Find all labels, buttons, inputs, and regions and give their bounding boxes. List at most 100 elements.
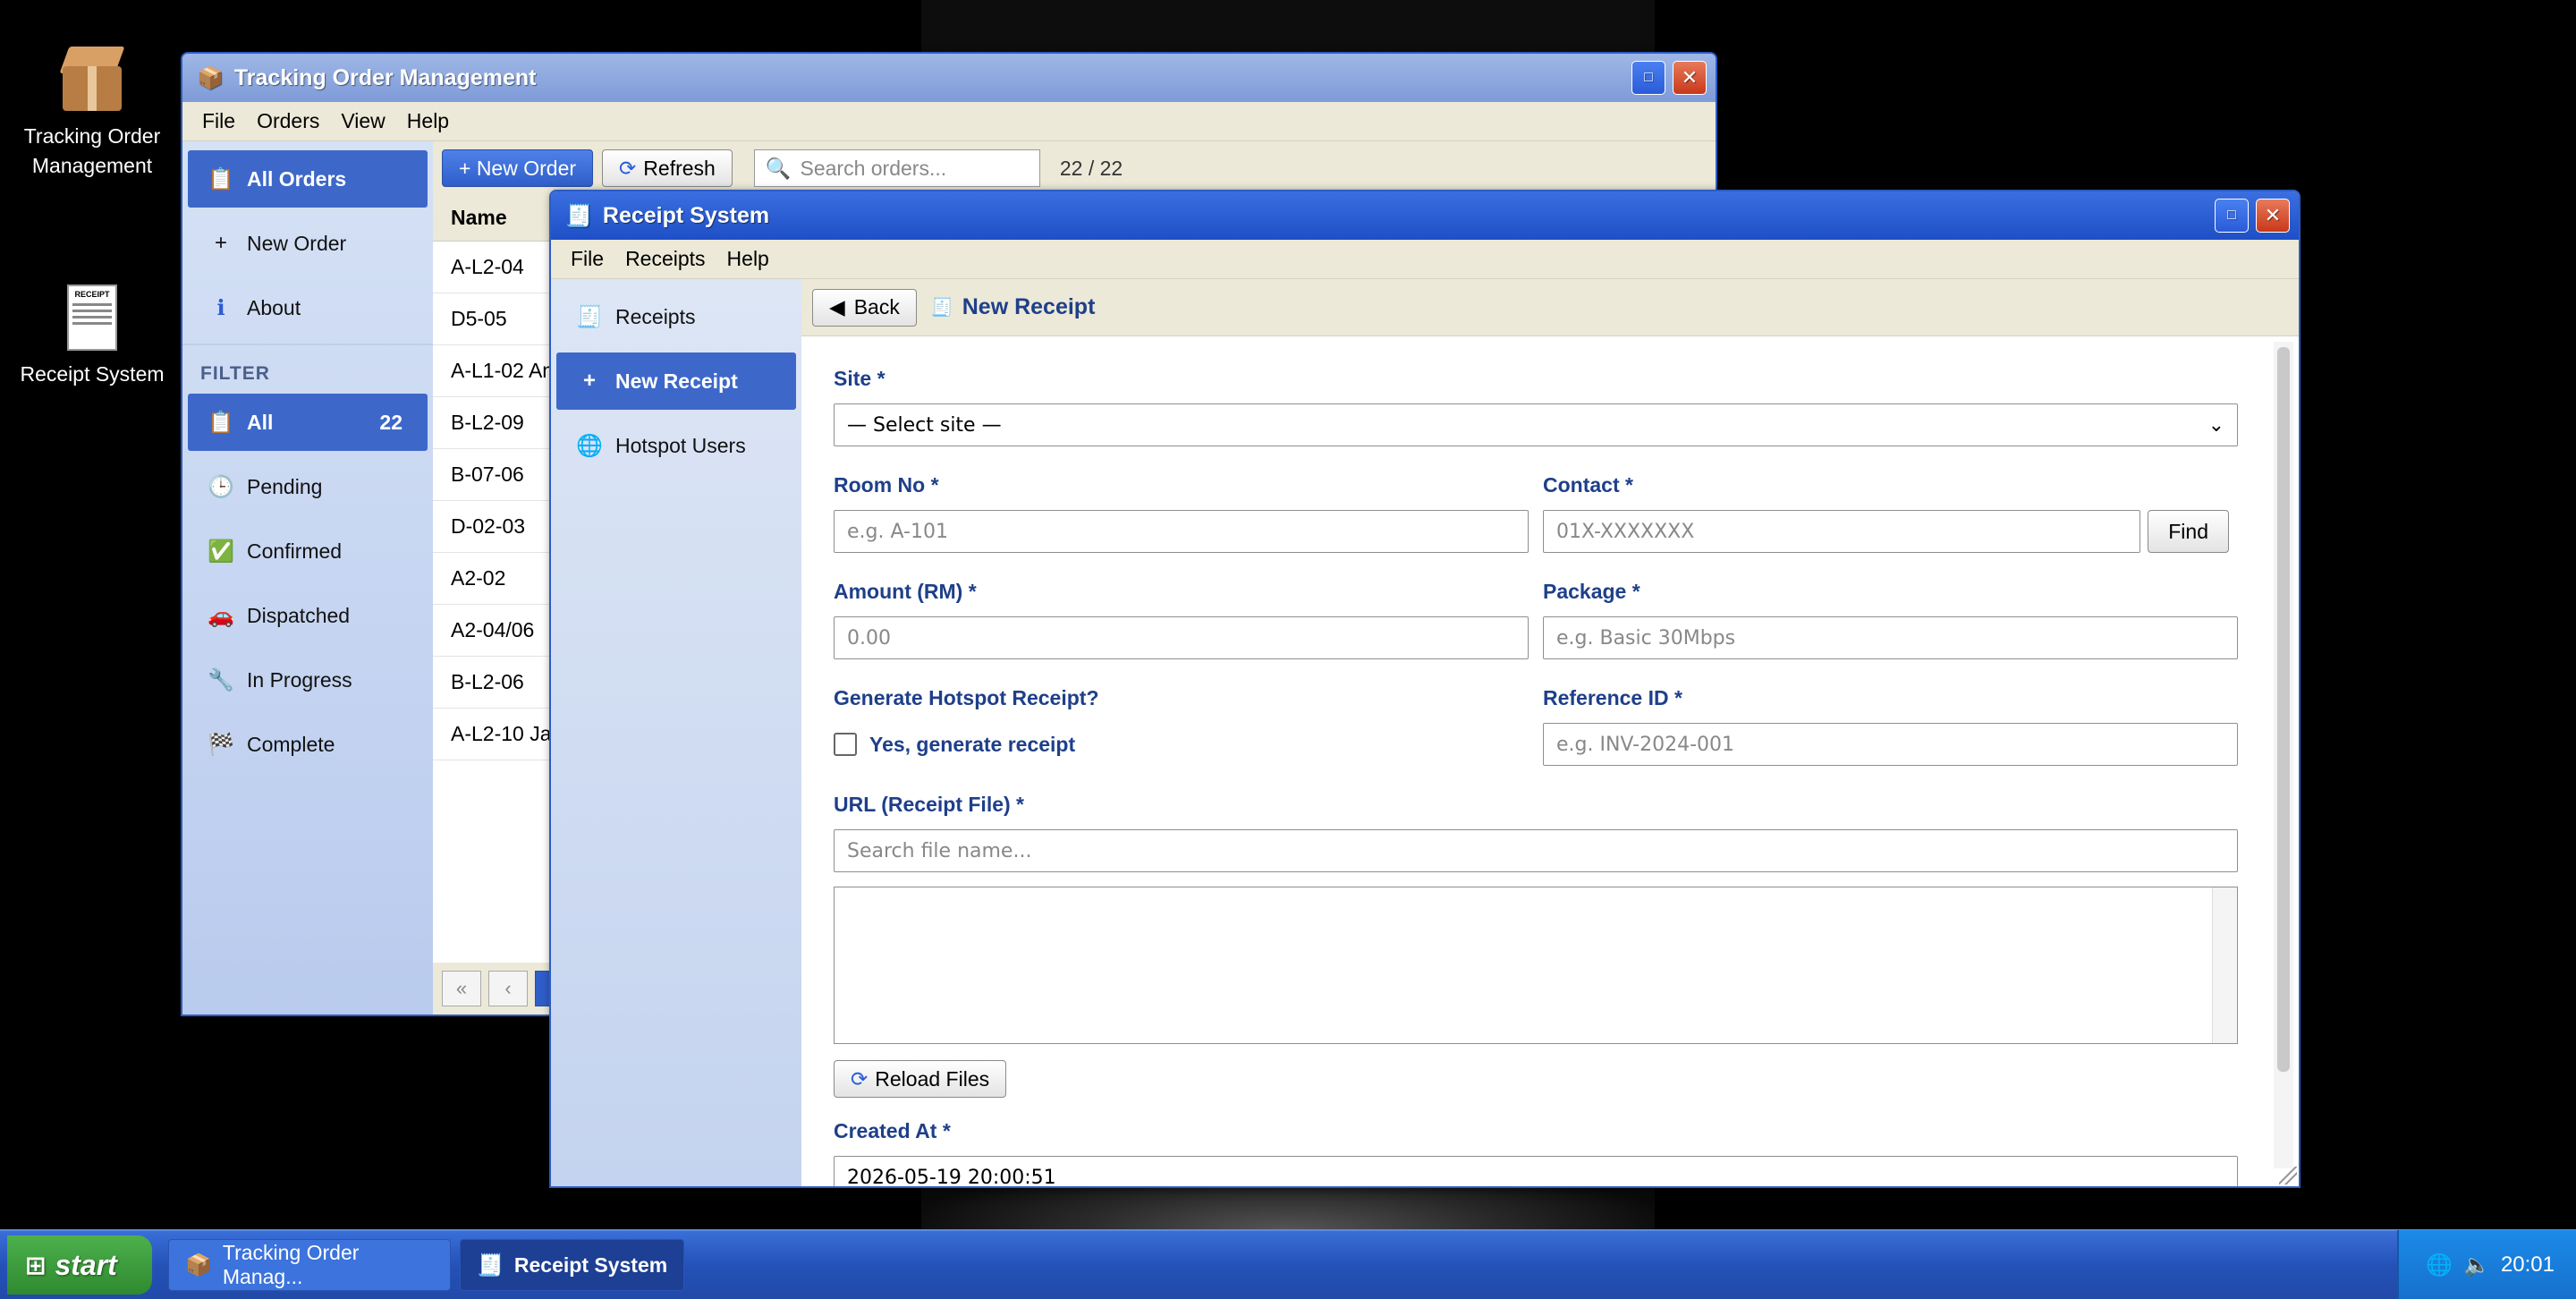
taskbar-item-tracking[interactable]: 📦 Tracking Order Manag... xyxy=(168,1239,451,1291)
taskbar-item-label: Tracking Order Manag... xyxy=(222,1241,360,1288)
receipt-titlebar[interactable]: 🧾 Receipt System □ ✕ xyxy=(551,191,2299,240)
hotspot-checkbox-label[interactable]: Yes, generate receipt xyxy=(869,733,1075,757)
filter-all[interactable]: 📋 All 22 xyxy=(188,394,428,451)
chevron-down-icon: ⌄ xyxy=(2207,413,2224,437)
refresh-button[interactable]: ⟳ Refresh xyxy=(602,149,733,187)
filter-dispatched[interactable]: 🚗 Dispatched xyxy=(188,587,428,644)
close-button[interactable]: ✕ xyxy=(2256,199,2290,233)
created-input[interactable]: 2026-05-19 20:00:51 xyxy=(834,1156,2238,1186)
check-icon: ✅ xyxy=(208,539,234,564)
info-icon: ℹ xyxy=(216,295,225,320)
desktop-icon-receipt[interactable]: RECEIPT Receipt System xyxy=(16,284,168,389)
file-list[interactable] xyxy=(834,887,2238,1044)
menu-file[interactable]: File xyxy=(560,247,614,271)
sidebar-item-new-receipt[interactable]: + New Receipt xyxy=(556,352,796,410)
package-icon: 📦 xyxy=(185,1252,212,1278)
wallpaper xyxy=(921,0,1655,54)
created-group: Created At * 2026-05-19 20:00:51 xyxy=(834,1119,2238,1186)
first-page-button[interactable]: « xyxy=(442,971,481,1006)
close-button[interactable]: ✕ xyxy=(1673,61,1707,95)
filter-label: Dispatched xyxy=(247,603,351,627)
site-select[interactable]: — Select site — ⌄ xyxy=(834,403,2238,446)
reload-files-button[interactable]: ⟳ Reload Files xyxy=(834,1060,1007,1098)
room-contact-row: Room No * e.g. A-101 Contact * 01X-XXXXX… xyxy=(834,473,2238,553)
tracking-titlebar[interactable]: 📦 Tracking Order Management □ ✕ xyxy=(182,54,1716,102)
menu-orders[interactable]: Orders xyxy=(246,109,330,133)
sidebar-item-receipts[interactable]: 🧾 Receipts xyxy=(556,288,796,345)
hotspot-reference-row: Generate Hotspot Receipt? Yes, generate … xyxy=(834,686,2238,766)
receipt-icon: RECEIPT xyxy=(67,284,117,351)
menu-file[interactable]: File xyxy=(191,109,246,133)
clock[interactable]: 20:01 xyxy=(2501,1252,2555,1278)
package-input[interactable]: e.g. Basic 30Mbps xyxy=(1543,616,2238,659)
desktop-icon-label: Tracking Order Management xyxy=(23,124,161,177)
sidebar-item-label: New Order xyxy=(247,231,347,255)
filter-complete[interactable]: 🏁 Complete xyxy=(188,716,428,773)
filter-pending[interactable]: 🕒 Pending xyxy=(188,458,428,515)
sidebar-item-hotspot-users[interactable]: 🌐 Hotspot Users xyxy=(556,417,796,474)
checkered-flag-icon: 🏁 xyxy=(208,732,234,757)
order-count: 22 / 22 xyxy=(1059,156,1123,180)
new-order-button[interactable]: + New Order xyxy=(442,149,594,187)
menu-help[interactable]: Help xyxy=(396,109,460,133)
sidebar-item-new-order[interactable]: + New Order xyxy=(188,215,428,272)
filter-label: Confirmed xyxy=(247,539,343,563)
hotspot-checkbox-row[interactable]: Yes, generate receipt xyxy=(834,723,1529,766)
filter-count: 22 xyxy=(379,410,402,434)
find-button[interactable]: Find xyxy=(2148,510,2229,553)
reference-input[interactable]: e.g. INV-2024-001 xyxy=(1543,723,2238,766)
reload-label: Reload Files xyxy=(875,1066,990,1091)
menu-help[interactable]: Help xyxy=(716,247,780,271)
maximize-button[interactable]: □ xyxy=(2215,199,2249,233)
plus-icon: + xyxy=(582,369,596,393)
filter-label: Complete xyxy=(247,732,335,756)
room-label: Room No * xyxy=(834,473,939,497)
sidebar-item-all-orders[interactable]: 📋 All Orders xyxy=(188,150,428,208)
menu-view[interactable]: View xyxy=(330,109,395,133)
resize-grip[interactable] xyxy=(2279,1167,2297,1184)
back-button[interactable]: ◀ Back xyxy=(812,288,917,327)
reference-label: Reference ID * xyxy=(1543,686,1682,709)
prev-page-button[interactable]: ‹ xyxy=(488,971,528,1006)
file-list-scrollbar[interactable] xyxy=(2212,887,2237,1043)
receipt-menubar: File Receipts Help xyxy=(551,240,2299,279)
menu-receipts[interactable]: Receipts xyxy=(614,247,716,271)
search-input[interactable]: 🔍 Search orders... xyxy=(753,149,1040,187)
volume-icon[interactable]: 🔈 xyxy=(2463,1252,2490,1278)
sidebar-divider xyxy=(182,344,433,345)
sidebar-item-label: All Orders xyxy=(247,166,347,191)
receipt-icon: 🧾 xyxy=(565,203,592,228)
sidebar-item-about[interactable]: ℹ About xyxy=(188,279,428,336)
maximize-button[interactable]: □ xyxy=(1631,61,1665,95)
taskbar-item-receipt[interactable]: 🧾 Receipt System xyxy=(460,1239,685,1291)
start-button[interactable]: ⊞ start xyxy=(7,1235,152,1295)
car-icon: 🚗 xyxy=(208,603,234,628)
clipboard-icon: 📋 xyxy=(208,410,234,435)
sidebar-item-label: About xyxy=(247,295,301,319)
sidebar-item-label: Receipts xyxy=(615,304,696,328)
receipt-header-bar: ◀ Back 🧾 New Receipt xyxy=(801,279,2299,336)
filter-confirmed[interactable]: ✅ Confirmed xyxy=(188,522,428,580)
filter-in-progress[interactable]: 🔧 In Progress xyxy=(188,651,428,709)
receipt-window: 🧾 Receipt System □ ✕ File Receipts Help … xyxy=(549,190,2301,1188)
receipt-icon: 🧾 xyxy=(930,298,953,318)
form-scrollbar[interactable] xyxy=(2274,342,2293,1168)
url-group: URL (Receipt File) * Search file name... xyxy=(834,793,2238,1044)
package-icon: 📦 xyxy=(197,65,224,90)
url-label: URL (Receipt File) * xyxy=(834,793,1024,816)
amount-input[interactable]: 0.00 xyxy=(834,616,1529,659)
receipt-icon: 🧾 xyxy=(477,1252,504,1278)
hotspot-checkbox[interactable] xyxy=(834,733,857,756)
refresh-icon: ⟳ xyxy=(851,1066,869,1091)
page-title: New Receipt xyxy=(962,294,1096,319)
network-icon[interactable]: 🌐 xyxy=(2426,1252,2453,1278)
contact-input[interactable]: 01X-XXXXXXX xyxy=(1543,510,2141,553)
amount-label: Amount (RM) * xyxy=(834,580,977,603)
created-label: Created At * xyxy=(834,1119,951,1142)
file-search-input[interactable]: Search file name... xyxy=(834,829,2238,872)
scrollbar-thumb[interactable] xyxy=(2277,347,2290,1072)
globe-icon: 🌐 xyxy=(576,433,603,458)
filter-label: Pending xyxy=(247,474,323,498)
desktop-icon-tracking[interactable]: Tracking Order Management xyxy=(16,47,168,181)
room-input[interactable]: e.g. A-101 xyxy=(834,510,1529,553)
